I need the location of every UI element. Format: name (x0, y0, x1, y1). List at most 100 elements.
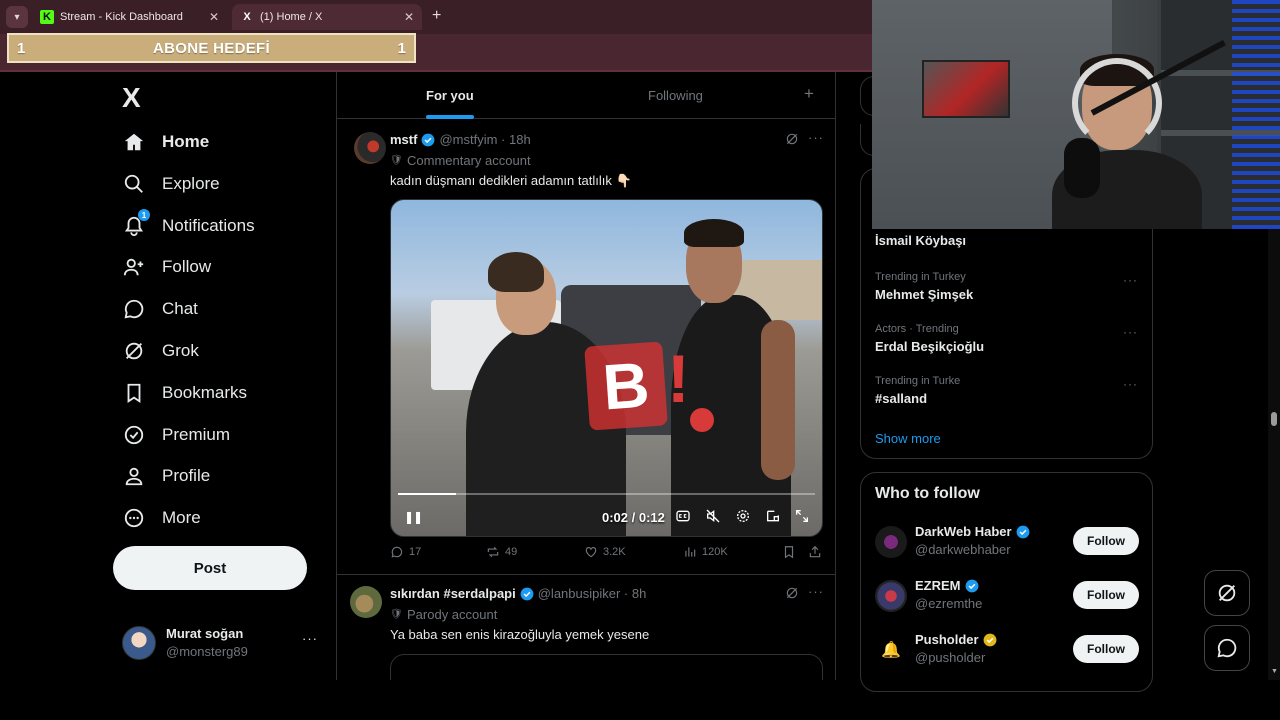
video-controls: ❚❚ 0:02 / 0:12 (391, 505, 822, 533)
trend-more-icon[interactable]: ··· (1123, 325, 1138, 339)
home-icon (122, 130, 146, 154)
views-button[interactable]: 120K (683, 545, 728, 559)
video-player[interactable]: B! ❚❚ 0:02 / 0:12 (390, 199, 823, 537)
follow-button[interactable]: Follow (1073, 527, 1139, 555)
verified-badge-icon (520, 587, 534, 601)
suggestion-handle: @darkwebhaber (915, 542, 1011, 557)
post-button[interactable]: Post (113, 546, 307, 590)
account-more-icon[interactable]: ··· (302, 631, 318, 646)
main-feed: For you Following + mstf @mstfyim · 18h … (336, 72, 836, 680)
nav-chat[interactable]: Chat (122, 289, 198, 329)
grok-fab-button[interactable] (1204, 570, 1250, 616)
view-count: 120K (702, 546, 728, 558)
avatar[interactable] (350, 586, 382, 618)
tweet-time[interactable]: 18h (509, 132, 531, 147)
repost-button[interactable]: 49 (486, 545, 517, 559)
tab-following[interactable]: Following (648, 88, 703, 103)
tweet-media[interactable] (390, 654, 823, 680)
trend-item[interactable]: Trending in Turke #salland ··· (875, 375, 1145, 415)
x-logo-icon[interactable]: X (122, 82, 141, 114)
tweet-time[interactable]: 8h (632, 586, 646, 601)
fullscreen-icon[interactable] (794, 508, 812, 526)
follow-suggestion[interactable]: EZREM @ezremthe Follow (875, 577, 1145, 617)
account-handle: @monsterg89 (166, 644, 248, 659)
nav-grok[interactable]: Grok (122, 331, 199, 371)
nav-label: Grok (162, 341, 199, 360)
tweet-author-name[interactable]: mstf (390, 132, 417, 147)
tweet-more-icon[interactable]: ··· (808, 130, 824, 145)
tweet-handle[interactable]: @mstfyim (439, 132, 497, 147)
close-tab-icon[interactable]: ✕ (404, 10, 414, 24)
nav-explore[interactable]: Explore (122, 164, 220, 204)
browser-tab-kick[interactable]: K Stream - Kick Dashboard ✕ (32, 4, 227, 30)
bookmark-button[interactable] (782, 545, 801, 559)
pause-icon[interactable]: ❚❚ (404, 510, 423, 524)
close-tab-icon[interactable]: ✕ (209, 10, 219, 24)
like-button[interactable]: 3.2K (584, 545, 626, 559)
trend-more-icon[interactable]: ··· (1123, 377, 1138, 391)
nav-home[interactable]: Home (122, 122, 209, 162)
who-to-follow-panel: Who to follow DarkWeb Haber @darkwebhabe… (860, 472, 1153, 692)
trend-item[interactable]: Actors · Trending Erdal Beşikçioğlu ··· (875, 323, 1145, 363)
verified-badge-icon (965, 579, 979, 593)
nav-bookmarks[interactable]: Bookmarks (122, 373, 247, 413)
nav-profile[interactable]: Profile (122, 456, 210, 496)
tweet-more-icon[interactable]: ··· (808, 584, 824, 599)
nav-label: Explore (162, 174, 220, 193)
account-switcher[interactable]: Murat soğan @monsterg89 ··· (122, 625, 322, 661)
trend-item[interactable]: Trending in Turkey Mehmet Şimşek ··· (875, 271, 1145, 311)
nav-premium[interactable]: Premium (122, 415, 230, 455)
follow-suggestion[interactable]: 🔔 Pusholder @pusholder Follow (875, 631, 1145, 671)
suggestion-name: DarkWeb Haber (915, 524, 1034, 539)
nav-notifications[interactable]: 1 Notifications (122, 206, 255, 246)
avatar[interactable] (875, 526, 907, 558)
reply-button[interactable]: 17 (390, 545, 421, 559)
trend-item[interactable]: İsmail Köybaşı (875, 229, 1145, 269)
bell-icon[interactable]: 🔔 (875, 634, 907, 666)
chat-icon (1217, 638, 1237, 658)
avatar[interactable] (354, 132, 386, 164)
tweet-header: sıkırdan #serdalpapi @lanbusipiker · 8h (390, 586, 646, 601)
tweet-header: mstf @mstfyim · 18h (390, 132, 531, 147)
suggestion-name-text: Pusholder (915, 632, 979, 647)
reply-icon (391, 546, 403, 558)
tab-for-you[interactable]: For you (426, 88, 474, 119)
follow-suggestion[interactable]: DarkWeb Haber @darkwebhaber Follow (875, 523, 1145, 563)
follow-button[interactable]: Follow (1073, 635, 1139, 663)
tab-list-dropdown[interactable]: ▾ (6, 6, 28, 28)
video-time: 0:02 / 0:12 (602, 510, 665, 525)
settings-gear-icon[interactable] (735, 508, 753, 526)
nav-more[interactable]: More (122, 498, 201, 538)
new-tab-button[interactable]: + (432, 7, 441, 25)
grok-icon[interactable] (785, 586, 799, 600)
scrollbar-thumb[interactable] (1271, 412, 1277, 426)
tweet-author-name[interactable]: sıkırdan #serdalpapi (390, 586, 516, 601)
avatar[interactable] (875, 580, 907, 612)
nav-label: Home (162, 132, 210, 151)
tweet[interactable]: sıkırdan #serdalpapi @lanbusipiker · 8h … (337, 576, 835, 680)
more-circle-icon (122, 506, 146, 530)
show-more-link[interactable]: Show more (875, 431, 941, 446)
account-label-text: Parody account (407, 607, 498, 622)
views-chart-icon (685, 547, 696, 557)
add-feed-button[interactable]: + (804, 84, 814, 104)
premium-icon (122, 423, 146, 447)
tweet-handle[interactable]: @lanbusipiker (538, 586, 621, 601)
trend-name: #salland (875, 391, 928, 406)
captions-icon[interactable] (675, 508, 693, 526)
reply-count: 17 (409, 546, 422, 558)
webcam-led-strip (1232, 0, 1280, 229)
tweet[interactable]: mstf @mstfyim · 18h 🛡 Commentary account… (337, 122, 835, 575)
browser-tab-x[interactable]: X (1) Home / X ✕ (232, 4, 422, 30)
mute-icon[interactable] (705, 508, 723, 526)
nav-follow[interactable]: Follow (122, 247, 211, 287)
trend-more-icon[interactable]: ··· (1123, 273, 1138, 287)
grok-icon[interactable] (785, 132, 799, 146)
picture-in-picture-icon[interactable] (765, 508, 783, 526)
follow-button[interactable]: Follow (1073, 581, 1139, 609)
share-button[interactable] (808, 545, 827, 559)
messages-fab-button[interactable] (1204, 625, 1250, 671)
video-progress-bar[interactable] (398, 493, 815, 495)
scroll-down-arrow-icon[interactable]: ▼ (1271, 668, 1278, 675)
account-label-text: Commentary account (407, 153, 531, 168)
